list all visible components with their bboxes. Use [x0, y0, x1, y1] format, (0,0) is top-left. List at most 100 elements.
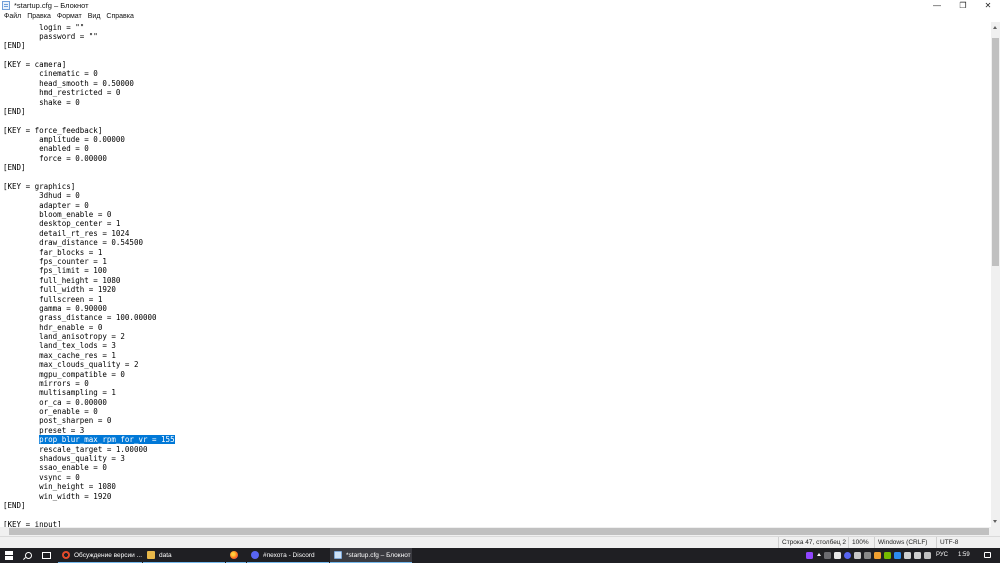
editor-line: head_smooth = 0.50000 — [3, 78, 134, 88]
task-view-icon — [41, 552, 51, 559]
tray-app-icon[interactable] — [924, 552, 931, 559]
text-editor[interactable]: login = "" password = "" [END] [KEY = came… — [0, 22, 991, 527]
start-button[interactable] — [3, 548, 15, 563]
opera-icon — [62, 551, 70, 559]
menu-file[interactable]: Файл — [0, 11, 24, 22]
maximize-button[interactable]: ❐ — [950, 0, 976, 11]
editor-line: hdr_enable = 0 — [3, 322, 103, 332]
tray-app-icon[interactable] — [824, 552, 831, 559]
editor-line: [KEY = input] — [3, 519, 62, 527]
editor-line: far_blocks = 1 — [3, 247, 103, 257]
gamepad-tray-icon[interactable] — [834, 552, 841, 559]
editor-line: vsync = 0 — [3, 472, 80, 482]
zoom-level: 100% — [848, 537, 874, 548]
editor-line: draw_distance = 0.54500 — [3, 238, 143, 248]
nvidia-tray-icon[interactable] — [884, 552, 891, 559]
editor-line: ssao_enable = 0 — [3, 463, 107, 473]
editor-line: [END] — [3, 106, 26, 116]
editor-line: fps_limit = 100 — [3, 266, 107, 276]
editor-line: login = "" — [3, 22, 85, 32]
editor-line: gamma = 0.90000 — [3, 303, 107, 313]
window-title: *startup.cfg – Блокнот — [14, 1, 89, 10]
twitch-tray-icon[interactable] — [806, 552, 813, 559]
menu-edit[interactable]: Правка — [24, 11, 54, 22]
notifications-icon[interactable] — [984, 552, 991, 558]
editor-line: fullscreen = 1 — [3, 294, 103, 304]
editor-line: full_height = 1080 — [3, 275, 121, 285]
clock[interactable]: 1:59 — [958, 548, 970, 563]
selected-text: prop_blur_max_rpm_for_vr = 155 — [39, 435, 175, 445]
tray-app-icon[interactable] — [854, 552, 861, 559]
vertical-scrollbar[interactable] — [991, 22, 1000, 527]
taskbar-app-firefox[interactable] — [226, 548, 246, 563]
editor-line: multisampling = 1 — [3, 388, 116, 398]
close-button[interactable]: ✕ — [975, 0, 1000, 11]
taskbar-app-explorer[interactable]: data — [143, 548, 225, 563]
tray-app-icon[interactable] — [874, 552, 881, 559]
scroll-up-icon[interactable] — [993, 26, 997, 29]
selected-line: prop_blur_max_rpm_for_vr = 155 — [3, 435, 175, 445]
encoding: UTF-8 — [936, 537, 1000, 548]
editor-line: shake = 0 — [3, 97, 80, 107]
editor-line: [END] — [3, 500, 26, 510]
network-icon[interactable] — [904, 552, 911, 559]
scroll-down-icon[interactable] — [993, 520, 997, 523]
language-indicator[interactable]: РУС — [936, 548, 948, 563]
taskbar-app-label: Обсуждение версии ... — [74, 551, 143, 559]
taskbar-app-opera[interactable]: Обсуждение версии ... — [58, 548, 142, 563]
vertical-scroll-thumb[interactable] — [992, 38, 999, 266]
cursor-position: Строка 47, столбец 2 — [778, 537, 848, 548]
title-bar: *startup.cfg – Блокнот — ❐ ✕ — [0, 0, 1000, 11]
volume-icon[interactable] — [914, 552, 921, 559]
menu-format[interactable]: Формат — [54, 11, 85, 22]
taskbar-app-label: data — [159, 551, 172, 559]
editor-line: hmd_restricted = 0 — [3, 88, 121, 98]
editor-line: or_enable = 0 — [3, 407, 98, 417]
editor-line: [END] — [3, 41, 26, 51]
editor-line: max_cache_res = 1 — [3, 350, 116, 360]
editor-line: land_tex_lods = 3 — [3, 341, 116, 351]
discord-tray-icon[interactable] — [844, 552, 851, 559]
editor-line: bloom_enable = 0 — [3, 210, 112, 220]
editor-line: [END] — [3, 163, 26, 173]
taskbar-app-discord[interactable]: #пехота - Discord — [247, 548, 329, 563]
scrollbar-corner — [991, 527, 1000, 536]
taskbar: Обсуждение версии ... data #пехота - Dis… — [0, 548, 1000, 563]
windows-logo-icon — [4, 551, 14, 560]
taskbar-app-label: *startup.cfg – Блокнот — [346, 551, 411, 559]
search-icon — [24, 552, 32, 559]
notepad-app-icon — [2, 1, 10, 10]
line-endings: Windows (CRLF) — [874, 537, 936, 548]
editor-line: or_ca = 0.00000 — [3, 397, 107, 407]
minimize-button[interactable]: — — [924, 0, 950, 11]
tray-app-icon[interactable] — [894, 552, 901, 559]
editor-line: max_clouds_quality = 2 — [3, 360, 139, 370]
editor-line: win_width = 1920 — [3, 491, 112, 501]
chevron-up-icon[interactable] — [817, 553, 821, 556]
editor-line: post_sharpen = 0 — [3, 416, 112, 426]
editor-line: grass_distance = 100.00000 — [3, 313, 157, 323]
notepad-icon — [334, 551, 342, 559]
editor-line: desktop_center = 1 — [3, 219, 121, 229]
editor-line: win_height = 1080 — [3, 482, 116, 492]
editor-line: fps_counter = 1 — [3, 257, 107, 266]
task-view-button[interactable] — [40, 548, 52, 563]
taskbar-app-notepad[interactable]: *startup.cfg – Блокнот — [330, 548, 412, 563]
firefox-icon — [230, 551, 238, 559]
horizontal-scroll-thumb[interactable] — [9, 528, 989, 535]
menu-view[interactable]: Вид — [85, 11, 104, 22]
search-button[interactable] — [22, 548, 34, 563]
horizontal-scrollbar[interactable] — [0, 527, 991, 536]
taskbar-app-label: #пехота - Discord — [263, 551, 315, 559]
editor-line: [KEY = force_feedback] — [3, 125, 103, 135]
editor-line: force = 0.00000 — [3, 153, 107, 163]
status-bar: Строка 47, столбец 2 100% Windows (CRLF)… — [0, 536, 1000, 548]
folder-icon — [147, 551, 155, 559]
menu-help[interactable]: Справка — [103, 11, 136, 22]
editor-line: password = "" — [3, 31, 98, 41]
editor-line: preset = 3 — [3, 425, 85, 435]
editor-line: [KEY = camera] — [3, 60, 67, 70]
editor-line: full_width = 1920 — [3, 285, 116, 295]
tray-app-icon[interactable] — [864, 552, 871, 559]
